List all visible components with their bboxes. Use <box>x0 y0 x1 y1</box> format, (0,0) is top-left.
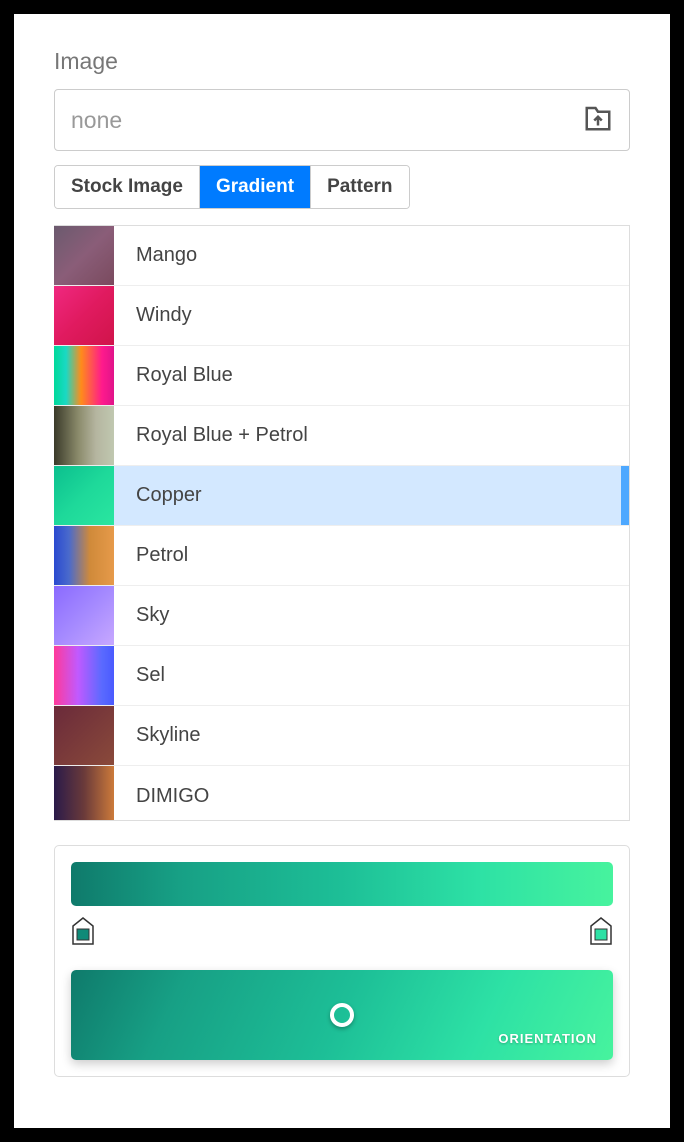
gradient-row[interactable]: Copper <box>54 466 629 526</box>
gradient-name-label: Windy <box>114 304 192 327</box>
gradient-name-label: Sel <box>114 664 165 687</box>
tab-gradient[interactable]: Gradient <box>200 166 311 208</box>
gradient-row[interactable]: Sel <box>54 646 629 706</box>
gradient-name-label: Petrol <box>114 544 188 567</box>
upload-icon <box>583 103 613 138</box>
gradient-row[interactable]: Petrol <box>54 526 629 586</box>
gradient-name-label: Sky <box>114 604 169 627</box>
gradient-row[interactable]: Windy <box>54 286 629 346</box>
source-tab-group: Stock Image Gradient Pattern <box>54 165 410 209</box>
gradient-stop-track[interactable] <box>71 916 613 948</box>
gradient-strip[interactable] <box>71 862 613 906</box>
gradient-row[interactable]: Mango <box>54 226 629 286</box>
tab-stock-image[interactable]: Stock Image <box>55 166 200 208</box>
section-title: Image <box>54 48 630 75</box>
gradient-editor-panel: ORIENTATION <box>54 845 630 1077</box>
gradient-row[interactable]: Royal Blue <box>54 346 629 406</box>
gradient-swatch <box>54 406 114 465</box>
gradient-name-label: Mango <box>114 244 197 267</box>
gradient-color-stop[interactable] <box>71 916 95 946</box>
gradient-name-label: Royal Blue <box>114 364 233 387</box>
gradient-preview: ORIENTATION <box>71 970 613 1060</box>
gradient-swatch <box>54 646 114 705</box>
gradient-swatch <box>54 346 114 405</box>
image-section-panel: Image none Stock Image Gradient Pattern … <box>14 14 670 1128</box>
orientation-center-handle[interactable] <box>330 1003 354 1027</box>
gradient-name-label: DIMIGO <box>114 785 209 808</box>
file-input-placeholder: none <box>71 107 583 134</box>
gradient-row[interactable]: Royal Blue + Petrol <box>54 406 629 466</box>
gradient-swatch <box>54 526 114 585</box>
gradient-name-label: Royal Blue + Petrol <box>114 424 308 447</box>
gradient-swatch <box>54 226 114 285</box>
tab-pattern[interactable]: Pattern <box>311 166 408 208</box>
gradient-color-stop[interactable] <box>589 916 613 946</box>
orientation-button[interactable]: ORIENTATION <box>498 1031 597 1046</box>
gradient-swatch <box>54 286 114 345</box>
gradient-row[interactable]: DIMIGO <box>54 766 629 821</box>
gradient-swatch <box>54 766 114 821</box>
gradient-swatch <box>54 706 114 765</box>
gradient-swatch <box>54 586 114 645</box>
gradient-row[interactable]: Sky <box>54 586 629 646</box>
gradient-name-label: Skyline <box>114 724 200 747</box>
gradient-swatch <box>54 466 114 525</box>
gradient-row[interactable]: Skyline <box>54 706 629 766</box>
gradient-name-label: Copper <box>114 484 202 507</box>
gradient-preset-list[interactable]: Mango Windy Royal Blue Royal Blue + Petrol C… <box>54 225 630 821</box>
image-file-input[interactable]: none <box>54 89 630 151</box>
